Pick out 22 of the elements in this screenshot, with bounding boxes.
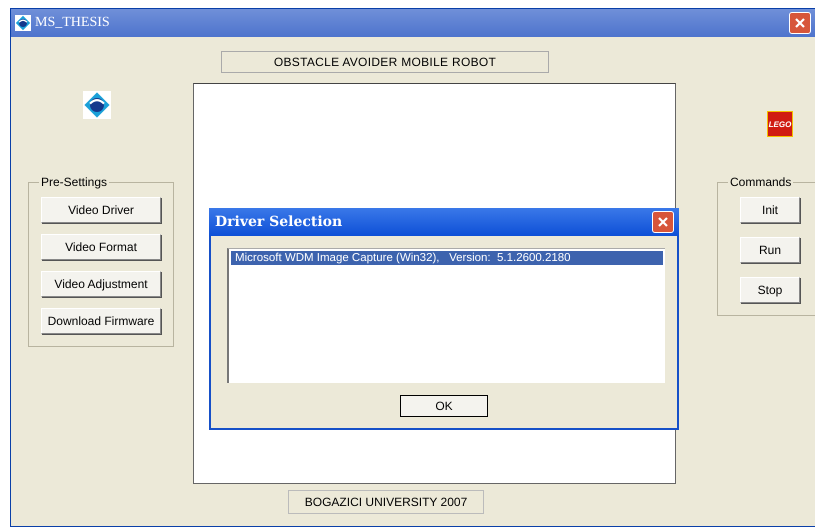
app-logo-icon — [15, 15, 31, 31]
lego-logo: LEGO — [767, 111, 793, 137]
driver-item[interactable]: Microsoft WDM Image Capture (Win32), Version: 5.1.2600.2180 — [231, 251, 663, 265]
command-button[interactable]: Stop — [740, 277, 800, 303]
header-label: OBSTACLE AVOIDER MOBILE ROBOT — [221, 51, 549, 73]
window-title: MS_THESIS — [35, 15, 111, 31]
ok-button[interactable]: OK — [400, 395, 488, 417]
dialog-title: Driver Selection — [215, 214, 344, 230]
settings-button[interactable]: Download Firmware — [41, 308, 161, 334]
close-icon — [657, 216, 669, 228]
settings-button[interactable]: Video Format — [41, 234, 161, 260]
close-button[interactable] — [789, 12, 811, 34]
settings-button[interactable]: Video Adjustment — [41, 271, 161, 297]
settings-button[interactable]: Video Driver — [41, 197, 161, 223]
close-button[interactable] — [652, 211, 674, 233]
close-icon — [794, 17, 806, 29]
app-logo-icon — [83, 91, 111, 119]
footer-label: BOGAZICI UNIVERSITY 2007 — [288, 490, 484, 514]
group-title: Commands — [729, 175, 792, 189]
command-button[interactable]: Init — [740, 197, 800, 223]
group-title: Pre-Settings — [40, 175, 108, 189]
command-button[interactable]: Run — [740, 237, 800, 263]
